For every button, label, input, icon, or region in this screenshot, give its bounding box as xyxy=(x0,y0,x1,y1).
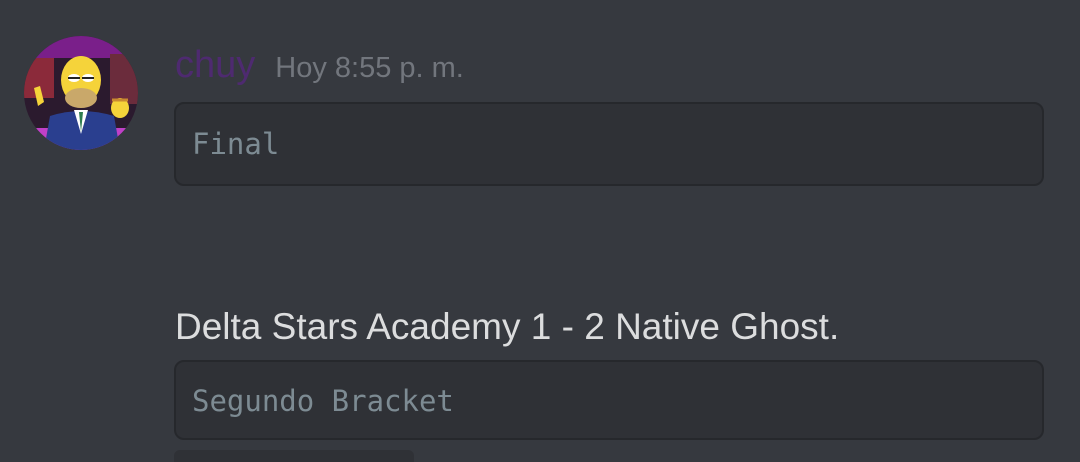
chat-message: chuy Hoy 8:55 p. m. Final Delta Stars Ac… xyxy=(0,0,1080,462)
username[interactable]: chuy xyxy=(175,44,255,87)
homer-simpson-avatar-icon xyxy=(24,36,138,150)
code-block: Final xyxy=(174,102,1044,186)
message-text: Delta Stars Academy 1 - 2 Native Ghost. xyxy=(175,306,840,347)
code-block-partial xyxy=(174,450,414,462)
user-avatar[interactable] xyxy=(24,36,138,150)
message-timestamp: Hoy 8:55 p. m. xyxy=(275,52,464,84)
message-header: chuy Hoy 8:55 p. m. xyxy=(175,44,464,100)
code-block: Segundo Bracket xyxy=(174,360,1044,440)
